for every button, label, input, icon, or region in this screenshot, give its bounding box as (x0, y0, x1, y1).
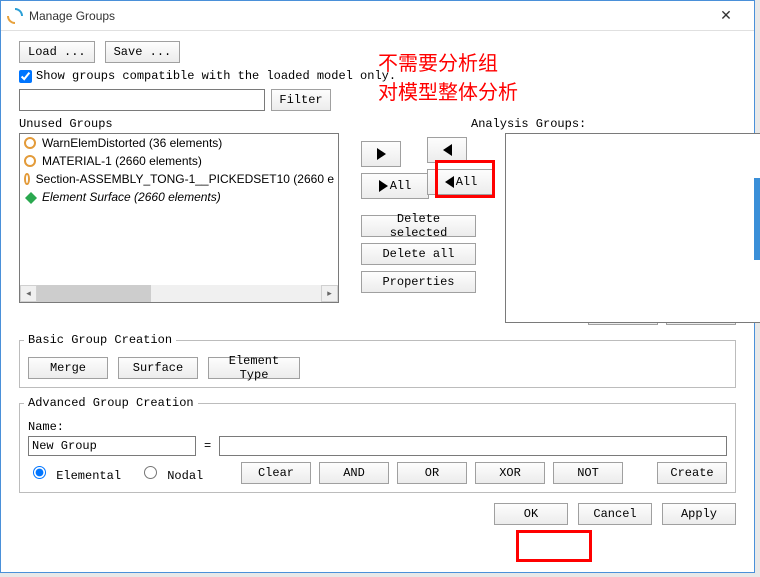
all-label: All (390, 179, 412, 193)
load-button[interactable]: Load ... (19, 41, 95, 63)
list-item[interactable]: MATERIAL-1 (2660 elements) (20, 152, 338, 170)
list-item[interactable]: WarnElemDistorted (36 elements) (20, 134, 338, 152)
nodal-radio-label[interactable]: Nodal (139, 463, 203, 483)
scroll-thumb[interactable] (37, 285, 151, 302)
compat-checkbox-label: Show groups compatible with the loaded m… (36, 69, 396, 83)
group-expression-input[interactable] (219, 436, 727, 456)
horizontal-scrollbar[interactable]: ◂ ▸ (20, 285, 338, 302)
scroll-left-icon[interactable]: ◂ (20, 285, 37, 302)
elemental-radio-label[interactable]: Elemental (28, 463, 121, 483)
ring-icon (24, 173, 30, 185)
unused-groups-label: Unused Groups (19, 117, 339, 131)
apply-button[interactable]: Apply (662, 503, 736, 525)
analysis-groups-list[interactable] (505, 133, 760, 323)
move-left-button[interactable] (427, 137, 467, 163)
ok-button[interactable]: OK (494, 503, 568, 525)
titlebar: Manage Groups ✕ (1, 1, 754, 31)
unused-groups-list[interactable]: WarnElemDistorted (36 elements) MATERIAL… (19, 133, 339, 303)
filter-button[interactable]: Filter (271, 89, 331, 111)
delete-selected-button[interactable]: Delete selected (361, 215, 476, 237)
properties-button[interactable]: Properties (361, 271, 476, 293)
all-label: All (456, 175, 478, 189)
dialog-body: Load ... Save ... Show groups compatible… (1, 31, 754, 533)
clear-button[interactable]: Clear (241, 462, 311, 484)
cancel-button[interactable]: Cancel (578, 503, 652, 525)
elemental-radio[interactable] (33, 466, 46, 479)
new-group-name-input[interactable] (28, 436, 196, 456)
basic-legend: Basic Group Creation (24, 333, 176, 347)
move-right-button[interactable] (361, 141, 401, 167)
compat-checkbox[interactable] (19, 70, 32, 83)
list-item-label: WarnElemDistorted (36 elements) (42, 136, 222, 150)
element-type-button[interactable]: Element Type (208, 357, 300, 379)
equals-label: = (204, 439, 211, 453)
background-window-edge (754, 178, 760, 260)
diamond-icon (24, 191, 36, 203)
move-left-all-button[interactable]: All (427, 169, 495, 195)
scroll-track[interactable] (37, 285, 321, 302)
ring-icon (24, 155, 36, 167)
and-button[interactable]: AND (319, 462, 389, 484)
basic-group-creation: Basic Group Creation Merge Surface Eleme… (19, 333, 736, 388)
analysis-groups-label: Analysis Groups: (471, 117, 760, 131)
window-title: Manage Groups (29, 9, 704, 23)
list-item-label: MATERIAL-1 (2660 elements) (42, 154, 202, 168)
merge-button[interactable]: Merge (28, 357, 108, 379)
ring-icon (24, 137, 36, 149)
nodal-radio[interactable] (144, 466, 157, 479)
dialog-window: Manage Groups ✕ Load ... Save ... Show g… (0, 0, 755, 573)
not-button[interactable]: NOT (553, 462, 623, 484)
advanced-group-creation: Advanced Group Creation Name: = Elementa… (19, 396, 736, 493)
triangle-left-icon (445, 176, 454, 188)
list-item[interactable]: Section-ASSEMBLY_TONG-1__PICKEDSET10 (26… (20, 170, 338, 188)
close-button[interactable]: ✕ (704, 2, 748, 30)
triangle-right-icon (379, 180, 388, 192)
create-button[interactable]: Create (657, 462, 727, 484)
surface-button[interactable]: Surface (118, 357, 198, 379)
xor-button[interactable]: XOR (475, 462, 545, 484)
list-item[interactable]: Element Surface (2660 elements) (20, 188, 338, 206)
scroll-right-icon[interactable]: ▸ (321, 285, 338, 302)
filter-input[interactable] (19, 89, 265, 111)
compat-checkbox-row[interactable]: Show groups compatible with the loaded m… (19, 69, 736, 83)
name-label: Name: (28, 420, 727, 434)
triangle-right-icon (377, 148, 386, 160)
or-button[interactable]: OR (397, 462, 467, 484)
move-right-all-button[interactable]: All (361, 173, 429, 199)
triangle-left-icon (443, 144, 452, 156)
app-icon (7, 8, 23, 24)
list-item-label: Element Surface (2660 elements) (42, 190, 221, 204)
delete-all-button[interactable]: Delete all (361, 243, 476, 265)
advanced-legend: Advanced Group Creation (24, 396, 198, 410)
list-item-label: Section-ASSEMBLY_TONG-1__PICKEDSET10 (26… (36, 172, 334, 186)
save-button[interactable]: Save ... (105, 41, 181, 63)
